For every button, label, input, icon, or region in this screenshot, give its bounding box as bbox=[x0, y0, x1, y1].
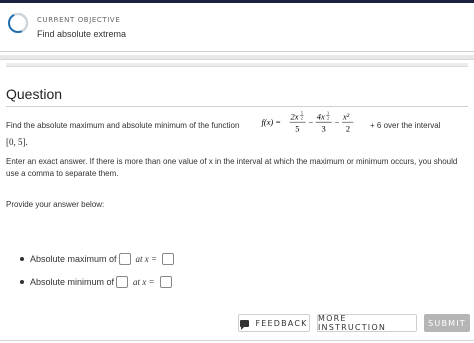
more-instruction-label: MORE INSTRUCTION bbox=[318, 314, 387, 332]
question-divider bbox=[6, 106, 468, 107]
at-x-label: at x = bbox=[133, 277, 155, 287]
formula-lhs: f(x) = bbox=[261, 117, 280, 127]
term1-denominator: 5 bbox=[295, 124, 299, 134]
answer-row-minimum: Absolute minimum of at x = bbox=[20, 276, 174, 288]
term2-exp-den: 2 bbox=[327, 116, 329, 120]
question-heading: Question bbox=[6, 86, 63, 102]
term3-numerator: x² bbox=[342, 111, 350, 121]
term1-exp-num: 5 bbox=[301, 112, 303, 116]
function-formula: f(x) = 2x 5 2 5 − 4x 3 2 3 − x² 2 bbox=[261, 111, 354, 134]
term1-numerator: 2x bbox=[291, 111, 299, 121]
submit-label: SUBMIT bbox=[428, 318, 466, 328]
term2-exp-num: 3 bbox=[327, 112, 329, 116]
plus-six: + 6 bbox=[370, 121, 382, 130]
bullet-icon bbox=[20, 257, 24, 261]
minus-1: − bbox=[308, 117, 313, 127]
chat-bubble-icon bbox=[240, 319, 250, 330]
term3-denominator: 2 bbox=[346, 124, 350, 134]
footer-divider bbox=[0, 340, 474, 341]
feedback-label: FEEDBACK bbox=[255, 318, 308, 328]
question-prompt-start: Find the absolute maximum and absolute m… bbox=[6, 121, 240, 130]
feedback-button[interactable]: FEEDBACK bbox=[238, 314, 310, 332]
bullet-icon bbox=[20, 280, 24, 284]
question-prompt-end: + 6 over the interval bbox=[370, 121, 441, 130]
panel-edge-inner bbox=[6, 63, 468, 67]
term1-exp-den: 2 bbox=[301, 116, 303, 120]
min-x-input[interactable] bbox=[159, 276, 172, 288]
provide-answer-label: Provide your answer below: bbox=[6, 200, 105, 209]
answer-row-maximum: Absolute maximum of at x = bbox=[20, 253, 176, 265]
max-x-input[interactable] bbox=[162, 253, 175, 265]
objective-header: CURRENT OBJECTIVE Find absolute extrema bbox=[0, 3, 474, 51]
at-x-label: at x = bbox=[135, 254, 158, 264]
more-instruction-button[interactable]: MORE INSTRUCTION bbox=[317, 314, 417, 332]
instructions-text: Enter an exact answer. If there is more … bbox=[6, 157, 458, 178]
submit-button[interactable]: SUBMIT bbox=[424, 314, 470, 332]
minus-2: − bbox=[335, 117, 340, 127]
term2-numerator: 4x bbox=[317, 111, 325, 121]
objective-label: CURRENT OBJECTIVE bbox=[37, 16, 121, 24]
objective-title: Find absolute extrema bbox=[37, 29, 127, 39]
min-value-input[interactable] bbox=[116, 276, 129, 288]
panel-edge bbox=[0, 55, 474, 60]
interval-text: [0, 5]. bbox=[6, 137, 28, 147]
progress-ring-icon bbox=[5, 10, 31, 36]
answer-label: Absolute minimum of bbox=[30, 277, 115, 287]
answer-label: Absolute maximum of bbox=[30, 254, 117, 264]
max-value-input[interactable] bbox=[118, 253, 131, 265]
prompt-end-text: over the interval bbox=[383, 121, 441, 130]
header-divider bbox=[0, 51, 474, 52]
term2-denominator: 3 bbox=[321, 124, 325, 134]
